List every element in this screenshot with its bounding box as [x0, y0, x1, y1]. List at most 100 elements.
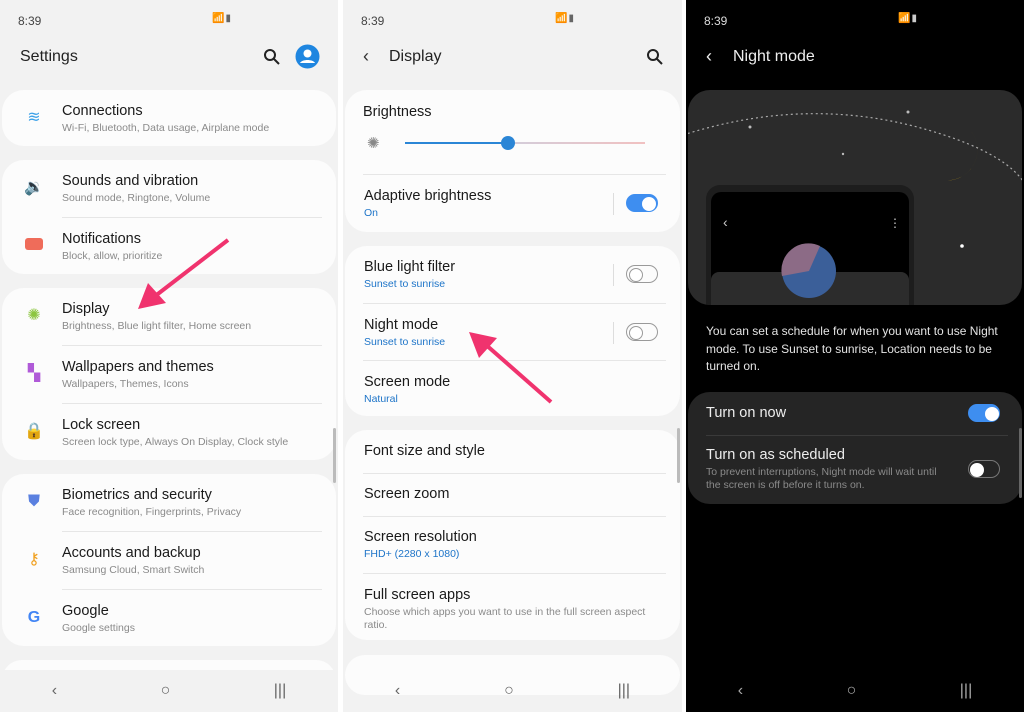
night-mode-item[interactable]: Night mode Sunset to sunrise [345, 304, 680, 362]
item-sub: Face recognition, Fingerprints, Privacy [62, 506, 242, 518]
screen-zoom-item[interactable]: Screen zoom [345, 473, 680, 516]
item-sub: Block, allow, prioritize [62, 250, 163, 262]
settings-item-wallpapers[interactable]: ▚ Wallpapers and themes Wallpapers, Them… [2, 346, 336, 404]
blue-light-toggle[interactable] [626, 265, 658, 283]
status-time: 8:39 [18, 14, 42, 28]
screen-resolution-item[interactable]: Screen resolution FHD+ (2280 x 1080) [345, 516, 680, 574]
font-size-item[interactable]: Font size and style [345, 430, 680, 473]
item-label: Connections [62, 103, 143, 119]
recents-button[interactable]: ||| [618, 682, 630, 700]
item-label: Biometrics and security [62, 487, 212, 503]
sun-icon: ✺ [367, 135, 380, 152]
volume-icon: 🔉 [24, 179, 44, 196]
separator [613, 193, 614, 215]
night-mode-description: You can set a schedule for when you want… [706, 324, 998, 373]
settings-item-lock-screen[interactable]: 🔒 Lock screen Screen lock type, Always O… [2, 404, 336, 462]
turn-on-now-toggle[interactable] [968, 404, 1000, 422]
item-label: Blue light filter [364, 259, 456, 275]
settings-item-biometrics[interactable]: ⛊ Biometrics and security Face recogniti… [2, 474, 336, 532]
item-label: Sounds and vibration [62, 173, 199, 189]
recents-button[interactable]: ||| [960, 682, 972, 700]
home-button[interactable]: ○ [504, 682, 514, 700]
brightness-thumb[interactable] [501, 136, 516, 150]
item-sub: FHD+ (2280 x 1080) [364, 548, 460, 560]
nav-bar: ‹ ○ ||| [343, 670, 682, 712]
turn-on-scheduled-toggle[interactable] [968, 460, 1000, 478]
item-label: Full screen apps [364, 587, 471, 603]
settings-item-accounts[interactable]: ⚷ Accounts and backup Samsung Cloud, Sma… [2, 532, 336, 590]
profile-avatar-icon[interactable] [295, 44, 320, 69]
item-label: Wallpapers and themes [62, 359, 214, 375]
item-sub: Choose which apps you want to use in the… [364, 606, 646, 631]
item-label: Display [62, 301, 110, 317]
item-label: Screen resolution [364, 529, 477, 545]
filter-card: Blue light filter Sunset to sunrise Nigh… [345, 246, 680, 416]
item-sub: Sunset to sunrise [364, 278, 446, 290]
item-label: Font size and style [364, 443, 485, 459]
night-mode-panel: 8:39 📶▮ ‹ Night mode ‹ ⋮ You can set a sc… [686, 0, 1024, 712]
item-label: Notifications [62, 231, 141, 247]
item-sub: Google settings [62, 622, 135, 634]
google-icon: G [27, 609, 41, 626]
svg-text:⋮: ⋮ [889, 216, 901, 230]
shield-icon: ⛊ [27, 493, 40, 510]
scrollbar[interactable] [1019, 428, 1022, 498]
brightness-label: Brightness [363, 104, 432, 120]
security-card: ⛊ Biometrics and security Face recogniti… [2, 474, 336, 646]
recents-button[interactable]: ||| [274, 682, 286, 700]
item-label: Turn on as scheduled [706, 447, 845, 463]
page-title: Night mode [733, 48, 815, 65]
brush-icon: ▚ [27, 365, 41, 382]
settings-item-google[interactable]: G Google Google settings [2, 590, 336, 648]
page-title: Display [389, 48, 442, 65]
settings-item-display[interactable]: ✺ Display Brightness, Blue light filter,… [2, 288, 336, 346]
scrollbar[interactable] [677, 428, 680, 483]
night-mode-toggle[interactable] [626, 323, 658, 341]
font-card: Font size and style Screen zoom Screen r… [345, 430, 680, 640]
search-icon[interactable] [646, 48, 664, 66]
scrollbar[interactable] [333, 428, 336, 483]
night-mode-settings-card: Turn on now Turn on as scheduled To prev… [688, 392, 1022, 504]
item-label: Adaptive brightness [364, 188, 492, 204]
settings-item-connections[interactable]: ≋ Connections Wi-Fi, Bluetooth, Data usa… [2, 90, 336, 148]
home-button[interactable]: ○ [847, 682, 857, 700]
status-icons: 📶▮ [555, 13, 575, 24]
screen-mode-item[interactable]: Screen mode Natural [345, 361, 680, 419]
sun-icon: ✺ [27, 307, 41, 324]
item-label: Google [62, 603, 109, 619]
search-icon[interactable] [263, 48, 281, 66]
back-button[interactable]: ‹ [738, 682, 743, 700]
lock-icon: 🔒 [24, 423, 44, 440]
item-sub: Wi-Fi, Bluetooth, Data usage, Airplane m… [62, 122, 270, 134]
item-sub: Samsung Cloud, Smart Switch [62, 564, 205, 576]
item-sub: Natural [364, 393, 398, 405]
back-button[interactable]: ‹ [52, 682, 57, 700]
turn-on-scheduled-item[interactable]: Turn on as scheduled To prevent interrup… [688, 436, 1022, 504]
item-label: Night mode [364, 317, 439, 333]
sounds-card: 🔉 Sounds and vibration Sound mode, Ringt… [2, 160, 336, 274]
moon-icon [926, 128, 978, 181]
status-time: 8:39 [704, 14, 728, 28]
settings-item-notifications[interactable]: Notifications Block, allow, prioritize [2, 218, 336, 276]
turn-on-now-item[interactable]: Turn on now [688, 392, 1022, 435]
item-sub: To prevent interruptions, Night mode wil… [706, 466, 937, 491]
notifications-icon [24, 236, 44, 256]
blue-light-filter-item[interactable]: Blue light filter Sunset to sunrise [345, 246, 680, 304]
brightness-card: Brightness ✺ Adaptive brightness On [345, 90, 680, 232]
adaptive-brightness-item[interactable]: Adaptive brightness On [345, 175, 680, 233]
full-screen-apps-item[interactable]: Full screen apps Choose which apps you w… [345, 574, 680, 640]
adaptive-brightness-toggle[interactable] [626, 194, 658, 212]
status-icons: 📶▮ [212, 13, 232, 24]
back-icon[interactable]: ‹ [706, 46, 712, 67]
item-sub: On [364, 207, 379, 219]
item-sub: Brightness, Blue light filter, Home scre… [62, 320, 252, 332]
back-icon[interactable]: ‹ [363, 46, 369, 67]
back-button[interactable]: ‹ [395, 682, 400, 700]
home-button[interactable]: ○ [161, 682, 171, 700]
settings-item-sounds[interactable]: 🔉 Sounds and vibration Sound mode, Ringt… [2, 160, 336, 218]
brightness-slider[interactable] [405, 136, 645, 150]
item-sub: Sound mode, Ringtone, Volume [62, 192, 211, 204]
brightness-fill [405, 142, 509, 144]
item-label: Lock screen [62, 417, 141, 433]
key-icon: ⚷ [28, 551, 40, 568]
